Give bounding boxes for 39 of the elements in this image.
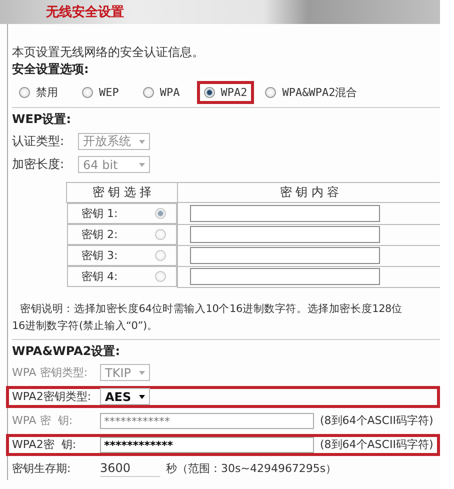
field-label: WPA 密钥类型: bbox=[12, 365, 89, 380]
key-input[interactable] bbox=[190, 247, 380, 264]
field-hint: (8到64个ASCII码字符) bbox=[320, 437, 434, 452]
page-title: 无线安全设置 bbox=[46, 4, 124, 21]
input-field[interactable]: 3600 bbox=[100, 460, 160, 477]
section-heading: 安全设置选项: bbox=[12, 61, 90, 78]
caret-icon bbox=[139, 394, 146, 398]
caret-icon bbox=[139, 162, 145, 166]
key-label: 密钥 2: bbox=[82, 227, 118, 242]
key-label: 密钥 4: bbox=[82, 269, 118, 284]
section-heading: WEP设置: bbox=[12, 111, 72, 128]
key-input[interactable] bbox=[190, 226, 380, 243]
security-option[interactable]: WPA bbox=[136, 80, 187, 104]
security-option[interactable]: 禁用 bbox=[12, 80, 65, 104]
security-option[interactable]: WPA&WPA2混合 bbox=[258, 80, 364, 104]
key-label: 密钥 1: bbox=[82, 206, 118, 221]
key-note: 16进制数字符(禁止输入“0”)。 bbox=[12, 318, 159, 334]
field-label: 密钥生存期: bbox=[12, 461, 72, 476]
dropdown[interactable]: AES bbox=[100, 388, 150, 405]
column-header: 密 钥 内 容 bbox=[178, 182, 440, 202]
key-input[interactable] bbox=[190, 204, 380, 222]
key-note: 密钥说明：选择加密长度64位时需输入10个16进制数字符。选择加密长度128位 bbox=[19, 302, 404, 316]
field-label: WPA2密 钥: bbox=[12, 437, 78, 452]
field-label: WPA 密 钥: bbox=[12, 413, 74, 428]
key-input[interactable] bbox=[190, 268, 380, 285]
field-label: 认证类型: bbox=[12, 133, 66, 150]
key-label: 密钥 3: bbox=[82, 248, 118, 263]
security-option[interactable]: WPA2 bbox=[196, 80, 254, 104]
password-field[interactable]: ************ bbox=[100, 436, 314, 452]
field-label: WPA2密钥类型: bbox=[12, 389, 92, 404]
section-heading: WPA&WPA2设置: bbox=[12, 342, 122, 360]
column-header: 密 钥 选 择 bbox=[66, 182, 178, 202]
caret-icon bbox=[139, 370, 145, 374]
field-hint: (8到64个ASCII码字符) bbox=[320, 413, 434, 428]
intro-text: 本页设置无线网络的安全认证信息。 bbox=[12, 44, 205, 61]
field-hint: 秒（范围：30s~4294967295s） bbox=[166, 461, 337, 476]
field-label: 加密长度: bbox=[12, 156, 66, 173]
caret-icon bbox=[139, 140, 145, 144]
security-option[interactable]: WEP bbox=[75, 80, 126, 104]
